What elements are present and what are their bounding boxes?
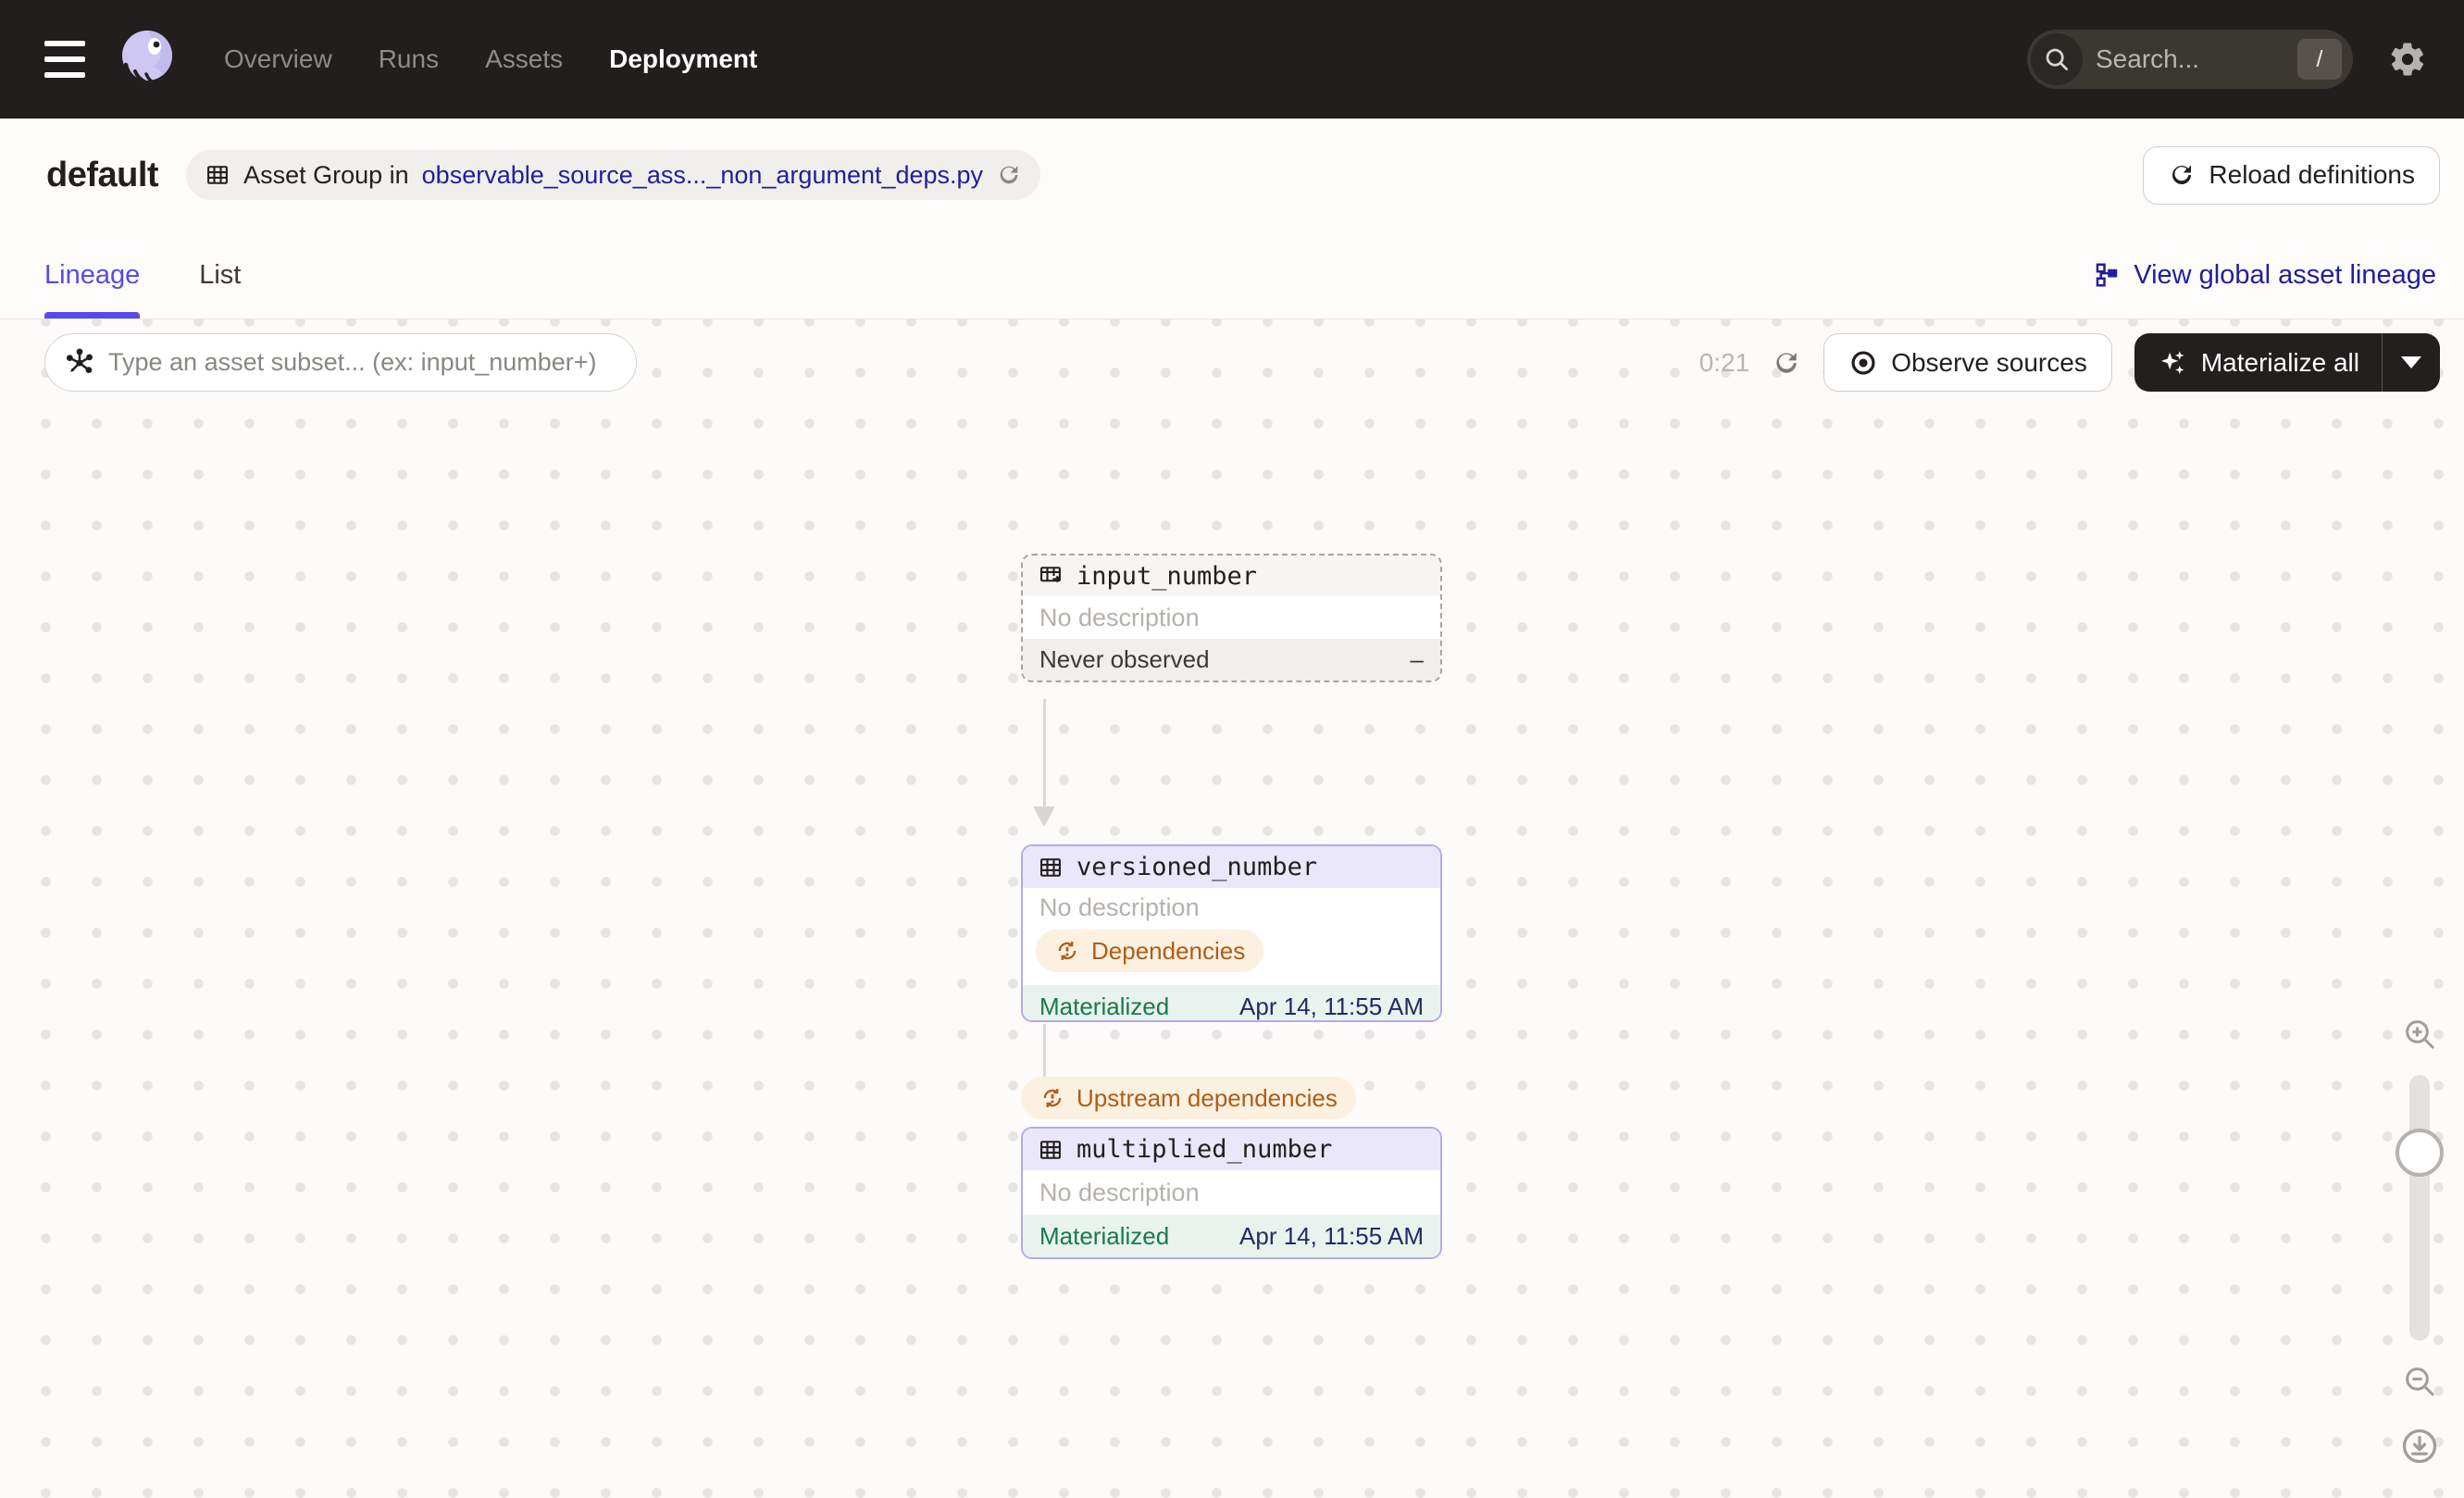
lineage-graph-icon: [2093, 261, 2121, 289]
asset-status-value: –: [1410, 645, 1424, 673]
asset-group-icon: [205, 162, 230, 188]
asset-status-value: Apr 14, 11:55 AM: [1239, 1221, 1424, 1250]
materialize-options-caret[interactable]: [2383, 333, 2440, 392]
op-selector-icon: [64, 347, 95, 379]
edge-versioned-to-label: [1043, 1024, 1046, 1077]
changed-dependencies-icon: [1039, 1085, 1065, 1111]
top-navbar: Overview Runs Assets Deployment /: [0, 0, 2464, 119]
materialize-sparkle-icon: [2157, 347, 2188, 379]
materialize-all-split-button: Materialize all: [2134, 333, 2440, 392]
observe-eye-icon: [1848, 348, 1878, 378]
materialize-all-label: Materialize all: [2200, 347, 2359, 377]
asset-table-icon: [1038, 855, 1064, 880]
nav-link-runs[interactable]: Runs: [379, 44, 439, 74]
asset-name: versioned_number: [1076, 853, 1318, 881]
page-header: default Asset Group in observable_source…: [0, 119, 2464, 231]
view-global-asset-lineage-link[interactable]: View global asset lineage: [2093, 260, 2436, 291]
reload-definitions-button[interactable]: Reload definitions: [2143, 145, 2440, 205]
edge-input-to-versioned: [1043, 699, 1046, 808]
observe-sources-button[interactable]: Observe sources: [1823, 333, 2112, 392]
refresh-graph-icon[interactable]: [1772, 348, 1801, 378]
zoom-slider[interactable]: [2396, 1075, 2444, 1341]
upstream-dependencies-label: Upstream dependencies: [1076, 1083, 1338, 1112]
observe-sources-label: Observe sources: [1891, 347, 2087, 377]
zoom-in-icon[interactable]: [2401, 1016, 2438, 1053]
dependencies-chip[interactable]: Dependencies: [1036, 930, 1264, 972]
asset-subset-filter[interactable]: [44, 333, 637, 392]
search-shortcut-badge: /: [2297, 39, 2342, 80]
zoom-slider-knob[interactable]: [2396, 1129, 2444, 1177]
asset-description: No description: [1039, 1178, 1200, 1206]
asset-group-tag: Asset Group in observable_source_ass..._…: [186, 150, 1041, 200]
asset-description: No description: [1039, 603, 1200, 631]
asset-group-file-link[interactable]: observable_source_ass..._non_argument_de…: [422, 161, 983, 190]
edge-arrowhead: [1033, 806, 1055, 827]
observable-source-asset-icon: [1038, 563, 1064, 589]
asset-name: multiplied_number: [1076, 1135, 1333, 1164]
tab-list[interactable]: List: [199, 231, 241, 318]
asset-lineage-canvas[interactable]: 0:21 Observe sources Materialize all: [0, 319, 2464, 1498]
asset-name: input_number: [1076, 561, 1258, 591]
asset-group-prefix: Asset Group in: [243, 160, 409, 189]
refresh-icon: [2168, 161, 2196, 189]
view-global-asset-lineage-label: View global asset lineage: [2134, 259, 2436, 290]
asset-status-label: Materialized: [1039, 1221, 1170, 1250]
tab-lineage[interactable]: Lineage: [44, 231, 141, 318]
menu-icon[interactable]: [44, 41, 93, 78]
reload-code-location-icon[interactable]: [996, 162, 1022, 188]
nav-link-deployment[interactable]: Deployment: [609, 44, 757, 74]
materialize-all-button[interactable]: Materialize all: [2134, 333, 2382, 392]
upstream-dependencies-chip[interactable]: Upstream dependencies: [1021, 1077, 1356, 1119]
zoom-out-icon[interactable]: [2401, 1363, 2438, 1400]
settings-gear-icon[interactable]: [2388, 40, 2427, 79]
search-icon: [2031, 33, 2083, 85]
asset-status-label: Materialized: [1039, 992, 1170, 1020]
nav-link-overview[interactable]: Overview: [224, 44, 332, 74]
nav-links: Overview Runs Assets Deployment: [224, 44, 757, 74]
chevron-down-icon: [2401, 356, 2421, 368]
asset-node-input-number[interactable]: input_number No description Never observ…: [1021, 554, 1442, 682]
asset-node-multiplied-number[interactable]: multiplied_number No description Materia…: [1021, 1127, 1442, 1259]
download-graph-icon[interactable]: [2399, 1426, 2440, 1467]
reload-definitions-label: Reload definitions: [2209, 160, 2415, 189]
asset-description: No description: [1039, 893, 1200, 921]
dependencies-chip-label: Dependencies: [1091, 936, 1246, 965]
search-input[interactable]: [2083, 44, 2297, 74]
refresh-countdown: 0:21: [1699, 347, 1750, 377]
asset-node-versioned-number[interactable]: versioned_number No description Dependen…: [1021, 844, 1442, 1022]
changed-dependencies-icon: [1054, 938, 1080, 964]
dagster-logo-icon[interactable]: [113, 26, 180, 93]
graph-toolbar: 0:21 Observe sources Materialize all: [44, 333, 2440, 392]
nav-link-assets[interactable]: Assets: [485, 44, 563, 74]
tabs-row: Lineage List View global asset lineage: [0, 231, 2464, 319]
asset-table-icon: [1038, 1137, 1064, 1163]
global-search[interactable]: /: [2027, 30, 2353, 89]
asset-status-value: Apr 14, 11:55 AM: [1239, 992, 1424, 1020]
page-title: default: [46, 155, 159, 194]
asset-filter-input[interactable]: [108, 348, 617, 377]
zoom-controls: [2390, 1016, 2449, 1467]
asset-status-label: Never observed: [1039, 645, 1210, 673]
